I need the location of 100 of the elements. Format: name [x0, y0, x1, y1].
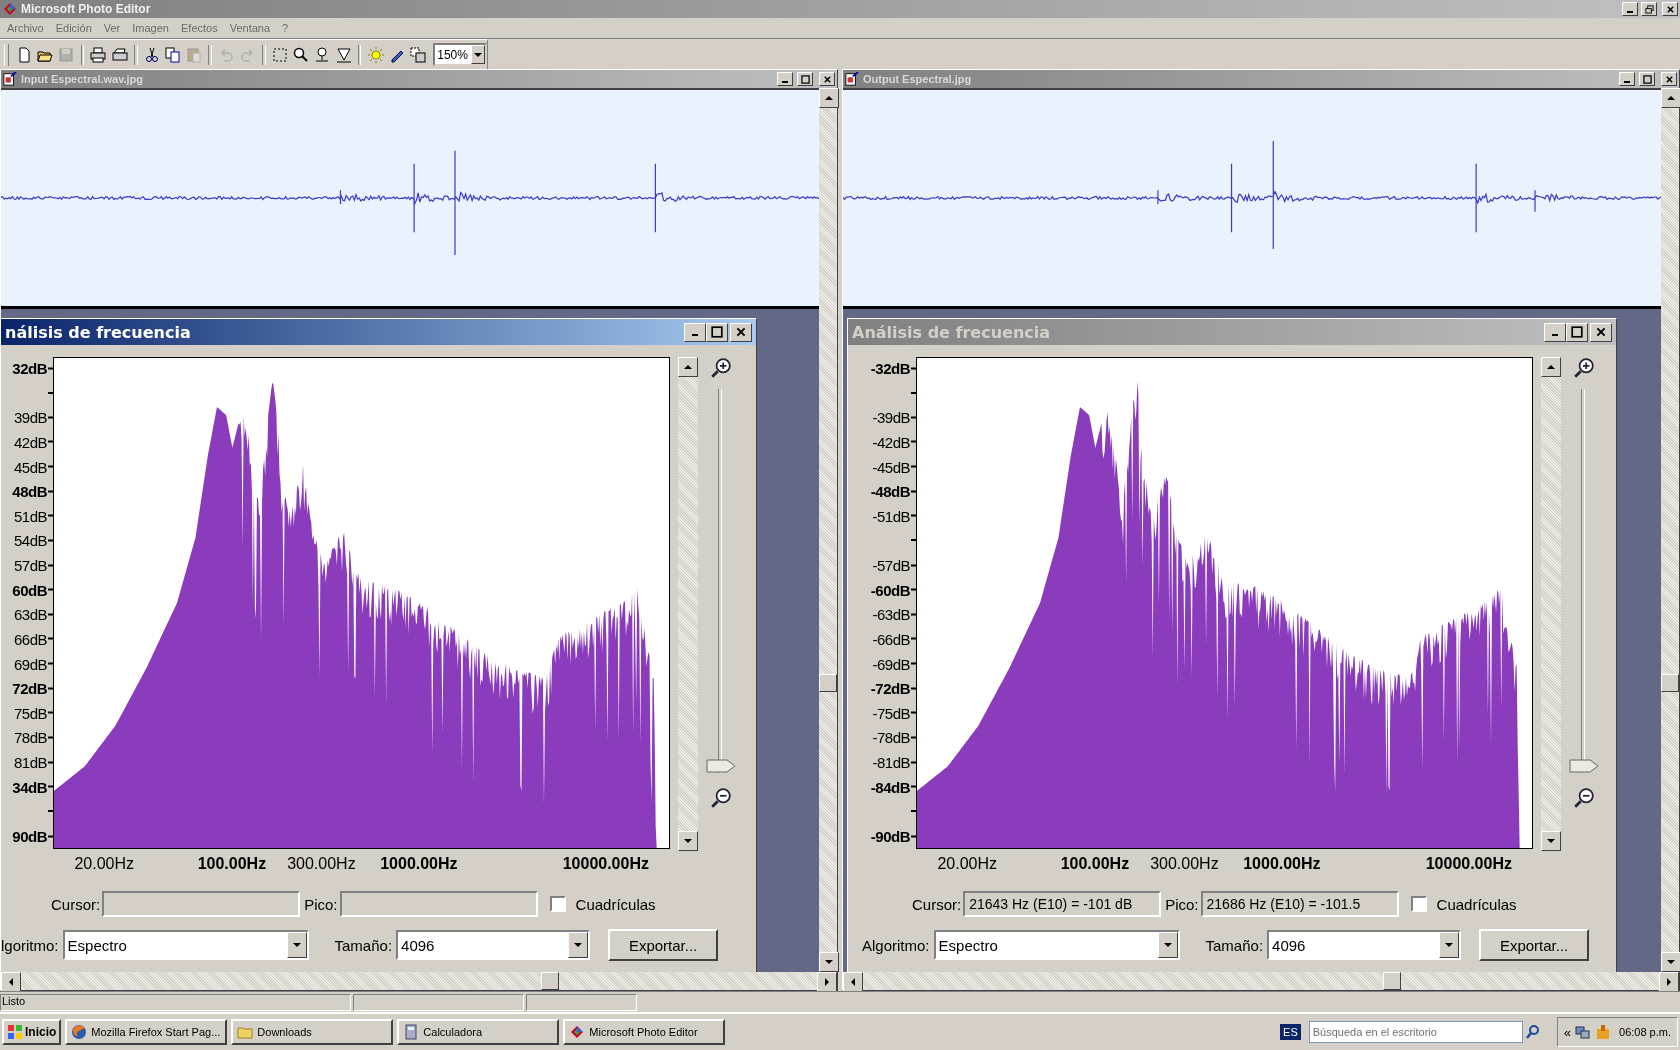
maximize-icon — [711, 326, 723, 338]
zoom-in-icon[interactable] — [710, 357, 732, 379]
close-button[interactable] — [1662, 2, 1678, 16]
arrow-down-icon — [684, 837, 692, 845]
zoom-out-icon[interactable] — [710, 787, 732, 809]
menu-item[interactable]: Ver — [98, 22, 126, 34]
slider-thumb[interactable] — [706, 759, 736, 773]
scrollbar[interactable] — [843, 972, 1679, 990]
size-dropdown[interactable]: 4096 — [396, 930, 591, 960]
search-field[interactable]: Búsqueda en el escritorio — [1308, 1021, 1523, 1043]
caret-icon — [473, 52, 482, 57]
scroll-down-button[interactable] — [819, 952, 839, 972]
menu-item[interactable]: Ventana — [224, 22, 276, 34]
scroll-up-button[interactable] — [1541, 357, 1561, 377]
selection-icon — [271, 46, 288, 63]
axis-label: 39dB — [13, 408, 47, 426]
minimize-button[interactable] — [1544, 322, 1566, 342]
restore-button[interactable] — [1641, 2, 1657, 16]
close-button[interactable] — [1661, 72, 1677, 86]
peak-field[interactable] — [339, 891, 538, 917]
axis-label: -72dB — [870, 679, 910, 697]
zoom-in-icon[interactable] — [1573, 357, 1595, 379]
axis-label: 57dB — [13, 556, 47, 574]
language-indicator[interactable]: ES — [1280, 1024, 1301, 1040]
minimize-button[interactable] — [684, 322, 706, 342]
maximize-icon — [800, 74, 810, 84]
document-title: Input Espectral.wav.jpg — [21, 73, 144, 85]
scroll-right-button[interactable] — [817, 972, 837, 992]
minimize-button[interactable] — [777, 72, 793, 86]
search-icon[interactable] — [1524, 1024, 1541, 1040]
shield-icon[interactable] — [1595, 1024, 1611, 1040]
maximize-button[interactable] — [1566, 322, 1588, 342]
zoom-dropdown[interactable]: 150% — [433, 43, 487, 66]
gridlines-label: Cuadrículas — [1436, 895, 1517, 913]
scroll-right-button[interactable] — [1659, 972, 1679, 992]
taskbar-button[interactable]: Mozilla Firefox Start Pag... — [65, 1019, 228, 1045]
scroll-up-button[interactable] — [678, 357, 698, 377]
cut-icon — [143, 46, 160, 63]
pin-icon — [314, 46, 331, 63]
start-button[interactable]: Inicio — [2, 1019, 62, 1045]
scrollbar[interactable] — [1, 972, 837, 990]
scrollbar[interactable] — [819, 88, 837, 972]
network-icon[interactable] — [1575, 1024, 1591, 1040]
maximize-button[interactable] — [797, 72, 813, 86]
scroll-thumb[interactable] — [1383, 972, 1401, 990]
scrollbar[interactable] — [1541, 357, 1561, 851]
menu-item[interactable]: Imagen — [127, 22, 174, 34]
expand-tray-button[interactable]: « — [1563, 1024, 1571, 1040]
menu-item[interactable]: ? — [277, 22, 294, 34]
axis-label: -75dB — [872, 704, 910, 722]
export-button[interactable]: Exportar... — [608, 929, 719, 961]
minimize-button[interactable] — [1619, 72, 1635, 86]
scroll-up-button[interactable] — [1661, 88, 1680, 108]
algorithm-dropdown[interactable]: Espectro — [62, 930, 309, 960]
close-button[interactable] — [1590, 322, 1612, 342]
zoom-slider[interactable] — [1569, 389, 1599, 773]
scroll-thumb[interactable] — [1661, 674, 1679, 692]
taskbar-button[interactable]: Downloads — [231, 1019, 394, 1045]
axis-label: 10000.00Hz — [562, 855, 649, 873]
menu-item[interactable]: Edición — [50, 22, 97, 34]
arrow-up-icon — [1667, 94, 1675, 102]
peak-field[interactable]: 21686 Hz (E10) = -101.5 — [1200, 891, 1399, 917]
scrollbar[interactable] — [1661, 88, 1679, 972]
scroll-thumb[interactable] — [541, 972, 559, 990]
minimize-button[interactable] — [1622, 2, 1638, 16]
axis-label: 81dB — [13, 753, 47, 771]
maximize-button[interactable] — [1639, 72, 1655, 86]
scroll-up-button[interactable] — [819, 88, 839, 108]
close-button[interactable] — [730, 322, 752, 342]
checkbox[interactable] — [549, 896, 566, 912]
menu-item[interactable]: Archivo — [2, 22, 49, 34]
scroll-left-button[interactable] — [843, 972, 863, 992]
cursor-field[interactable]: 21643 Hz (E10) = -101 dB — [963, 891, 1162, 917]
document-title: Output Espectral.jpg — [863, 73, 972, 85]
checkbox[interactable] — [1410, 896, 1427, 912]
zoom-out-icon[interactable] — [1573, 787, 1595, 809]
close-button[interactable] — [819, 72, 835, 86]
scroll-down-button[interactable] — [1541, 831, 1561, 851]
copy-icon — [165, 46, 182, 63]
arrow-up-icon — [1547, 363, 1555, 371]
size-dropdown[interactable]: 4096 — [1267, 930, 1462, 960]
scrollbar[interactable] — [678, 357, 698, 851]
cursor-field[interactable] — [102, 891, 301, 917]
menu-item[interactable]: Efectos — [176, 22, 223, 34]
slider-thumb[interactable] — [1569, 759, 1599, 773]
axis-label: -81dB — [872, 753, 910, 771]
export-button[interactable]: Exportar... — [1479, 929, 1590, 961]
scroll-down-button[interactable] — [1661, 952, 1680, 972]
scroll-left-button[interactable] — [1, 972, 21, 992]
axis-label: 1000.00Hz — [380, 855, 458, 873]
size-label: Tamaño: — [1205, 936, 1264, 954]
scroll-down-button[interactable] — [678, 831, 698, 851]
axis-label: 90dB — [12, 827, 47, 845]
maximize-button[interactable] — [706, 322, 728, 342]
taskbar-button[interactable]: Microsoft Photo Editor — [563, 1019, 726, 1045]
taskbar-button[interactable]: Calculadora — [397, 1019, 560, 1045]
scroll-thumb[interactable] — [819, 674, 837, 692]
algorithm-dropdown[interactable]: Espectro — [933, 930, 1180, 960]
zoom-slider[interactable] — [706, 389, 736, 773]
minimize-icon — [1552, 334, 1558, 336]
